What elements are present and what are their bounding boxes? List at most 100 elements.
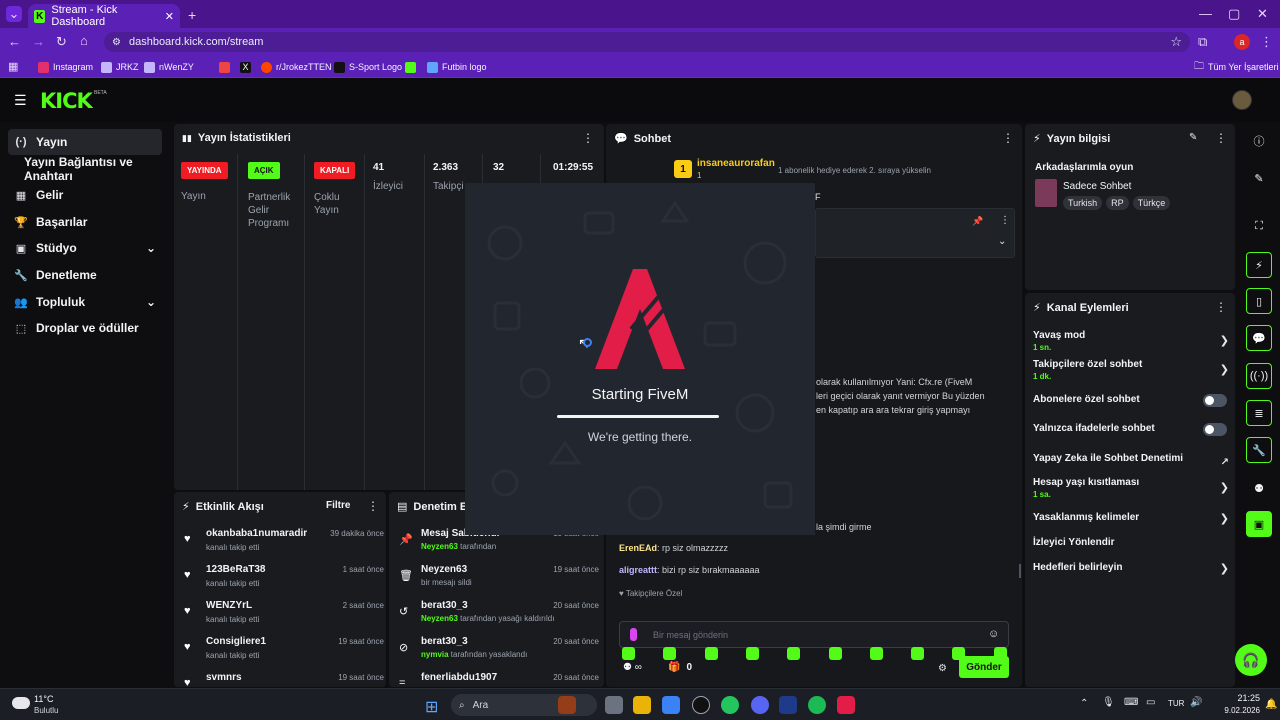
maximize-icon[interactable]: ▢ (1228, 6, 1240, 22)
chat-scrollbar[interactable] (1019, 564, 1021, 578)
tab-search-icon[interactable]: ⌄ (6, 6, 22, 22)
event-username[interactable]: Consigliere1 (206, 636, 266, 647)
clock-date[interactable]: 9.02.2026 (1206, 706, 1260, 715)
support-headset-icon[interactable]: 🎧 (1235, 644, 1267, 676)
sidebar-item-yayin[interactable]: (·) Yayın (8, 129, 162, 155)
sidebar-item-stream-key[interactable]: Yayın Bağlantısı ve Anahtarı (8, 155, 170, 183)
fullscreen-icon[interactable]: ⛶ (1246, 213, 1272, 239)
pin-icon[interactable]: 📌 (972, 216, 983, 227)
user-avatar[interactable] (1232, 90, 1252, 110)
raid-setting[interactable]: İzleyici Yönlendir (1033, 537, 1229, 548)
banned-words-setting[interactable]: Yasaklanmış kelimeler ❯ (1033, 512, 1229, 525)
emote-icon[interactable] (993, 647, 1007, 660)
tag[interactable]: Türkçe (1132, 196, 1171, 210)
pinned-message[interactable]: 📌 ⋮ ⌄ (815, 208, 1015, 258)
volume-icon[interactable]: 🔊 (1190, 697, 1202, 708)
gallery-icon[interactable]: ▣ (1246, 511, 1272, 537)
network-icon[interactable]: ▭ (1146, 697, 1155, 708)
modlog-entry[interactable]: 🗑 Neyzen63 bir mesajı sildi 19 saat önce (399, 564, 599, 594)
edit-pencil-icon[interactable]: ✎ (1189, 132, 1197, 143)
stats-menu-icon[interactable]: ⋮ (582, 131, 594, 145)
kick-logo[interactable]: KICK (40, 89, 93, 113)
chat-icon[interactable]: 💬 (1246, 325, 1272, 351)
chrome-icon[interactable] (721, 696, 739, 714)
emote-icon[interactable] (952, 647, 966, 660)
event-username[interactable]: svmnrs (206, 672, 242, 683)
sidebar-item-studyo[interactable]: ▣ Stüdyo ⌄ (8, 235, 162, 261)
site-info-icon[interactable]: ⚙ (112, 37, 121, 48)
bookmark-instagram[interactable]: Instagram (38, 59, 93, 75)
file-explorer-icon[interactable] (633, 696, 651, 714)
weather-desc[interactable]: Bulutlu (34, 706, 58, 715)
lightning-icon[interactable]: ⚡ (1246, 252, 1272, 278)
modlog-entry[interactable]: ↺ berat30_3 Neyzen63 tarafından yasağı kal… (399, 600, 599, 630)
forward-icon[interactable]: → (32, 34, 45, 49)
browser-tab[interactable]: K Stream - Kick Dashboard ✕ (28, 4, 180, 28)
subscribers-only-setting[interactable]: Abonelere özel sohbet (1033, 394, 1229, 407)
spotify-icon[interactable] (808, 696, 826, 714)
sidebar-item-topluluk[interactable]: 👥 Topluluk ⌄ (8, 289, 162, 315)
new-tab-icon[interactable]: + (188, 7, 196, 23)
activity-event[interactable]: ♥ WENZYrL kanalı takip etti 2 saat önce (184, 600, 384, 630)
reload-icon[interactable]: ↻ (56, 34, 67, 50)
emote-icon[interactable] (787, 647, 801, 660)
weather-temp[interactable]: 11°C (34, 694, 53, 704)
pinned-menu-icon[interactable]: ⋮ (1000, 215, 1010, 226)
windows-start-icon[interactable]: ⊞ (425, 697, 438, 717)
ai-moderation-setting[interactable]: Yapay Zeka ile Sohbet Denetimi ↗ (1033, 453, 1229, 468)
goals-setting[interactable]: Hedefleri belirleyin ❯ (1033, 562, 1229, 575)
chat-input[interactable]: Bir mesaj gönderin ☺ (619, 621, 1009, 648)
bookmark-youtube[interactable] (219, 59, 230, 75)
emote-icon[interactable] (663, 647, 677, 660)
emoji-icon[interactable]: ☺ (988, 628, 999, 640)
emote-icon[interactable] (828, 647, 842, 660)
home-icon[interactable]: ⌂ (80, 33, 88, 48)
chat-username[interactable]: ErenEAd (619, 543, 657, 553)
minimize-icon[interactable]: — (1199, 6, 1212, 21)
emote-icon[interactable] (745, 647, 759, 660)
microphone-icon[interactable] (630, 628, 637, 641)
all-bookmarks[interactable]: 🗀 Tüm Yer İşaretleri (1194, 59, 1279, 75)
emote-icon[interactable] (911, 647, 925, 660)
modlog-title[interactable]: berat30_3 (421, 600, 468, 611)
cloud-icon[interactable] (12, 697, 30, 709)
tag[interactable]: RP (1106, 196, 1129, 210)
bookmark-x[interactable]: X (240, 59, 251, 75)
profile-avatar[interactable]: a (1234, 34, 1250, 50)
modlog-entry[interactable]: = fenerliabdu1907 20 saat önce (399, 672, 599, 687)
account-age-setting[interactable]: Hesap yaşı kısıtlaması 1 sa. ❯ (1033, 477, 1229, 499)
keyboard-icon[interactable]: ⌨ (1124, 697, 1138, 708)
app-icon[interactable] (692, 696, 710, 714)
channel-actions-menu-icon[interactable]: ⋮ (1215, 300, 1227, 314)
chat-username[interactable]: aligreattt (619, 565, 657, 575)
edit-icon[interactable]: ✎ (1246, 165, 1272, 191)
bookmark-futbin[interactable]: Futbin logo (427, 59, 487, 75)
clip-icon[interactable]: ▯ (1246, 288, 1272, 314)
emote-only-toggle[interactable] (1203, 423, 1227, 436)
bookmark-jrkz[interactable]: JRKZ (101, 59, 139, 75)
emote-only-setting[interactable]: Yalnızca ifadelerle sohbet (1033, 423, 1229, 436)
slow-mode-setting[interactable]: Yavaş mod 1 sn. ❯ (1033, 330, 1229, 352)
activity-event[interactable]: ♥ Consigliere1 kanalı takip etti 19 saat ön… (184, 636, 384, 666)
fivem-taskbar-icon[interactable] (837, 696, 855, 714)
viewer-points-icon[interactable]: ⚉ ∞ (623, 662, 642, 673)
activity-event[interactable]: ♥ okanbaba1numaradir kanalı takip etti 39 d… (184, 528, 384, 558)
gifter-name[interactable]: insaneaurorafan (697, 158, 775, 169)
filter-button[interactable]: Filtre (326, 500, 350, 511)
tag[interactable]: Turkish (1063, 196, 1103, 210)
sidebar-item-gelir[interactable]: ▦ Gelir (8, 182, 162, 208)
tray-chevron-up-icon[interactable]: ⌃ (1080, 698, 1088, 709)
store-icon[interactable] (662, 696, 680, 714)
category-thumbnail[interactable] (1035, 179, 1057, 207)
event-username[interactable]: okanbaba1numaradir (206, 528, 307, 539)
sidebar-item-denetleme[interactable]: 🔧 Denetleme (8, 262, 162, 288)
chat-settings-icon[interactable]: ⚙ (938, 663, 947, 674)
notification-bell-icon[interactable]: 🔔 (1265, 699, 1277, 710)
apps-grid-icon[interactable]: ▦ (8, 60, 18, 73)
emote-icon[interactable] (622, 647, 635, 660)
gift-upsell[interactable]: 1 abonelik hediye ederek 2. sıraya yükse… (778, 166, 931, 175)
steam-icon[interactable] (779, 696, 797, 714)
channel-points[interactable]: 🎁 0 (668, 662, 692, 673)
category-name[interactable]: Sadece Sohbet (1063, 181, 1131, 192)
discord-icon[interactable] (751, 696, 769, 714)
